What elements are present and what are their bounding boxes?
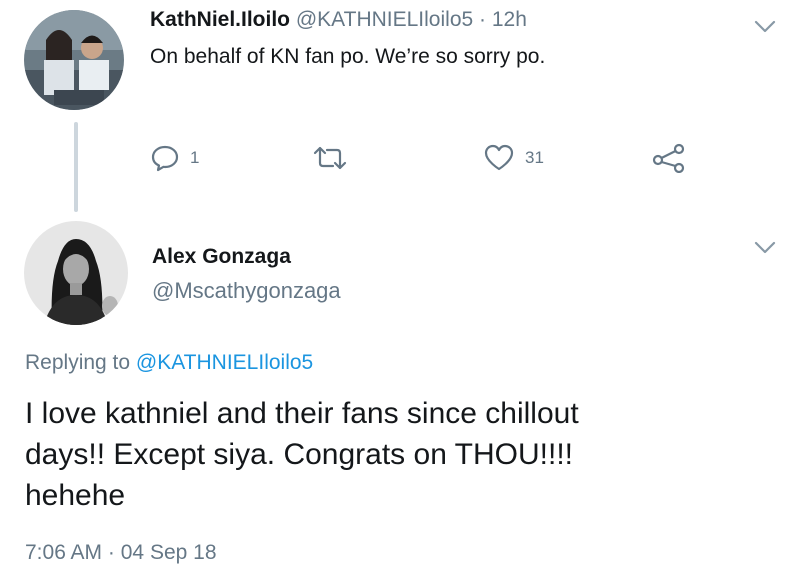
tweet2-separator: · xyxy=(107,541,115,564)
tweet1-display-name[interactable]: KathNiel.Iloilo xyxy=(150,8,290,31)
tweet2-handle[interactable]: @Mscathygonzaga xyxy=(152,278,341,304)
share-button[interactable] xyxy=(652,143,686,173)
tweet1-text: On behalf of KN fan po. We’re so sorry p… xyxy=(150,45,546,68)
chevron-down-icon[interactable] xyxy=(754,241,776,255)
share-icon xyxy=(652,143,685,173)
chevron-down-icon[interactable] xyxy=(754,20,776,34)
tweet2-text: I love kathniel and their fans since chi… xyxy=(25,393,725,516)
tweet1-header: KathNiel.Iloilo @KATHNIELIloilo5 · 12h xyxy=(150,8,527,32)
reply-icon xyxy=(151,145,179,172)
tweet2-time: 7:06 AM xyxy=(25,541,103,564)
tweet1-separator: · xyxy=(479,8,487,31)
retweet-icon xyxy=(313,146,347,170)
replying-prefix: Replying to xyxy=(25,351,131,374)
tweet2-text-line: hehehe xyxy=(25,479,126,512)
replying-to: Replying to @KATHNIELIloilo5 xyxy=(25,351,313,375)
tweet2-text-line: days!! Except siya. Congrats on THOU!!!! xyxy=(25,438,573,471)
like-icon xyxy=(484,144,514,171)
replying-mention-link[interactable]: @KATHNIELIloilo5 xyxy=(136,351,313,374)
tweet2-display-name[interactable]: Alex Gonzaga xyxy=(152,245,291,269)
tweet2-text-line: I love kathniel and their fans since chi… xyxy=(25,397,579,430)
tweet2-date: 04 Sep 18 xyxy=(120,541,217,564)
like-count: 31 xyxy=(525,148,544,167)
reply-count: 1 xyxy=(190,148,200,167)
like-button[interactable]: 31 xyxy=(483,143,544,173)
tweet1-time[interactable]: 12h xyxy=(492,8,527,31)
tweet1-avatar[interactable] xyxy=(24,10,124,110)
reply-button[interactable]: 1 xyxy=(150,143,199,173)
retweet-button[interactable] xyxy=(312,143,358,173)
thread-line xyxy=(74,122,78,212)
tweet1-handle[interactable]: @KATHNIELIloilo5 xyxy=(296,8,473,31)
tweet2-avatar[interactable] xyxy=(24,221,128,325)
tweet2-timestamp[interactable]: 7:06 AM · 04 Sep 18 xyxy=(25,541,217,565)
